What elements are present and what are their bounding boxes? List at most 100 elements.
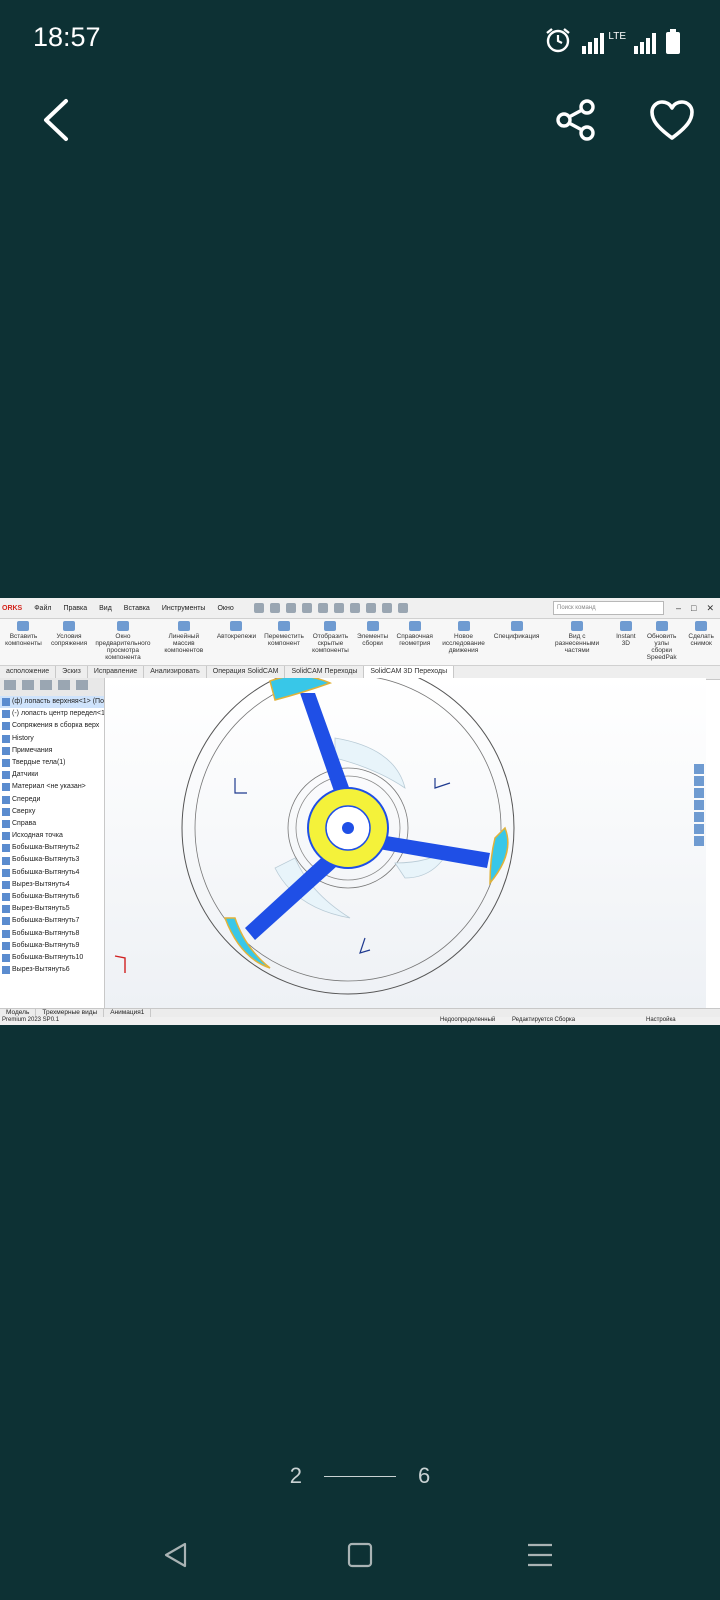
tree-item: Бобышка-Вытянуть7 [0, 915, 104, 927]
signal-icon [582, 32, 605, 54]
ribbon-button: Элементы сборки [353, 619, 392, 647]
tree-item-label: Исходная точка [12, 832, 63, 840]
nav-menu-button[interactable] [510, 1535, 570, 1575]
app-logo: ORKS [2, 604, 23, 612]
feature-icon [2, 893, 10, 902]
status-time: 18:57 [33, 22, 101, 52]
ribbon-button: Сделать снимок [682, 619, 720, 647]
feature-icon [2, 759, 10, 768]
network-type: LTE [608, 31, 626, 42]
feature-icon [2, 710, 10, 719]
nav-home-icon [347, 1542, 373, 1568]
battery-icon [666, 29, 680, 54]
cad-menu-bar: ORKS Файл Правка Вид Вставка Инструменты… [0, 598, 720, 619]
feature-icon [2, 819, 10, 828]
feature-icon [2, 734, 10, 743]
feature-icon [2, 771, 10, 780]
tree-item: Бобышка-Вытянуть4 [0, 867, 104, 879]
ribbon-button: Вид с разнесенными частями [543, 619, 610, 654]
tree-item-label: Бобышка-Вытянуть9 [12, 941, 80, 949]
feature-icon [2, 722, 10, 731]
tree-item-label: Вырез-Вытянуть5 [12, 905, 70, 913]
tree-item-label: Материал <не указан> [12, 783, 86, 791]
tree-item: History [0, 733, 104, 745]
tree-item: Примечания [0, 745, 104, 757]
tree-item: Бобышка-Вытянуть6 [0, 891, 104, 903]
ribbon-button: Instant 3D [611, 619, 641, 647]
feature-icon [2, 880, 10, 889]
tree-item-label: Бобышка-Вытянуть10 [12, 953, 84, 961]
feature-icon [2, 929, 10, 938]
tree-item-label: (-) лопасть центр передел<1> [12, 710, 104, 718]
tree-item: Бобышка-Вытянуть8 [0, 928, 104, 940]
nav-home-button[interactable] [330, 1535, 390, 1575]
feature-icon [2, 868, 10, 877]
feature-icon [2, 954, 10, 963]
feature-icon [2, 966, 10, 975]
feature-icon [2, 783, 10, 792]
feature-icon [2, 905, 10, 914]
tree-item: Твердые тела(1) [0, 757, 104, 769]
menu-item: Вставка [123, 604, 150, 612]
ribbon-button: Линейный массив компонентов [155, 619, 213, 654]
alarm-icon [546, 28, 571, 53]
ribbon-button: Вставить компоненты [0, 619, 47, 647]
tree-item: Бобышка-Вытянуть2 [0, 842, 104, 854]
cad-ribbon: Вставить компоненты Условия сопряжения О… [0, 619, 720, 666]
tree-item: (-) лопасть центр передел<1> [0, 708, 104, 720]
feature-icon [2, 795, 10, 804]
nav-menu-icon [528, 1543, 552, 1567]
feature-tree: (ф) лопасть верхняя<1> (По ум (-) лопасть… [0, 696, 104, 976]
tree-item: Бобышка-Вытянуть9 [0, 940, 104, 952]
share-button[interactable] [548, 92, 604, 148]
feature-icon [2, 698, 10, 707]
status-text: Недоопределенный [440, 1017, 496, 1023]
tree-item: Справа [0, 818, 104, 830]
favorite-button[interactable] [644, 92, 700, 148]
ribbon-button: Обновить узлы сборки SpeedPak [641, 619, 682, 661]
tree-item: Вырез-Вытянуть6 [0, 964, 104, 976]
tree-item: Исходная точка [0, 830, 104, 842]
nav-back-button[interactable] [146, 1535, 206, 1575]
status-text: Редактируется Сборка [512, 1017, 576, 1023]
window-controls: – □ ✕ [676, 602, 714, 613]
graphics-area [105, 661, 706, 1008]
ribbon-button: Справочная геометрия [392, 619, 437, 647]
tree-item-label: Вырез-Вытянуть6 [12, 966, 70, 974]
tree-item-label: Бобышка-Вытянуть4 [12, 868, 80, 876]
tree-item-label: Сопряжения в сборка верх [12, 722, 100, 730]
tree-item-label: Бобышка-Вытянуть7 [12, 917, 80, 925]
share-icon [556, 99, 595, 141]
tree-item-label: Спереди [12, 795, 41, 803]
back-button[interactable] [28, 92, 84, 148]
tree-item: Бобышка-Вытянуть3 [0, 854, 104, 866]
tree-item-label: Бобышка-Вытянуть2 [12, 844, 80, 852]
pager-divider [324, 1475, 396, 1477]
feature-icon [2, 917, 10, 926]
tree-item: Материал <не указан> [0, 781, 104, 793]
back-arrow-icon [44, 99, 68, 141]
feature-icon [2, 941, 10, 950]
image-pager: 2 6 [0, 1463, 720, 1489]
ribbon-button: Отобразить скрытые компоненты [308, 619, 353, 654]
tree-item-label: Бобышка-Вытянуть3 [12, 856, 80, 864]
ribbon-button: Автокрепежи [213, 619, 260, 640]
status-text: Premium 2023 SP0.1 [2, 1017, 60, 1023]
pager-total: 6 [418, 1463, 431, 1488]
cad-status-line: Premium 2023 SP0.1 Недоопределенный Реда… [0, 1017, 720, 1025]
cad-screenshot[interactable]: ORKS Файл Правка Вид Вставка Инструменты… [0, 598, 720, 1025]
tree-item: Датчики [0, 769, 104, 781]
menu-item: Вид [99, 604, 112, 612]
feature-icon [2, 844, 10, 853]
assembly-model [114, 661, 515, 995]
tree-item-label: Бобышка-Вытянуть6 [12, 893, 80, 900]
status-text: Настройка [646, 1017, 676, 1023]
tree-item-label: Справа [12, 819, 37, 827]
heart-icon [650, 100, 694, 140]
tree-item: Бобышка-Вытянуть10 [0, 952, 104, 964]
quick-access-toolbar [253, 603, 408, 613]
ribbon-button: Окно предварительного просмотра компонен… [91, 619, 155, 661]
tree-item-label: Сверху [12, 807, 36, 815]
tree-item: Вырез-Вытянуть4 [0, 879, 104, 891]
tree-item-label: History [12, 734, 34, 742]
